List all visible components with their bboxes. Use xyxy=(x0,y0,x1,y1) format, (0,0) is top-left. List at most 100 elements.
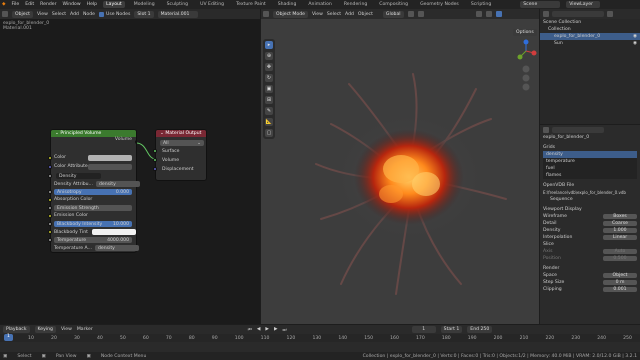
properties-type-icon[interactable] xyxy=(543,126,549,133)
vp-menu-select[interactable]: Select xyxy=(327,12,341,17)
grid-fuel[interactable]: fuel xyxy=(543,165,637,172)
timeline[interactable]: Playback Keying View Marker ⏮ ◀ ▶ ▶ ⏭ 1 … xyxy=(0,325,640,352)
panel-openvdb[interactable]: OpenVDB File xyxy=(540,182,640,189)
vp-menu-object[interactable]: Object xyxy=(358,12,373,17)
anisotropy-slider[interactable]: Anisotropy 0.000 xyxy=(54,189,132,195)
outliner-collection[interactable]: Collection xyxy=(540,26,640,33)
tab-sculpting[interactable]: Sculpting xyxy=(164,1,191,8)
outliner[interactable]: Scene Collection Collection explo_for_bl… xyxy=(540,9,640,124)
absorption-socket[interactable] xyxy=(48,198,52,202)
panel-viewport-display[interactable]: Viewport Display xyxy=(540,206,640,213)
snap-icon[interactable] xyxy=(407,11,414,17)
density-prop-field[interactable]: 1.000 xyxy=(603,228,637,233)
color-attr-socket[interactable] xyxy=(48,165,52,169)
tab-rendering[interactable]: Rendering xyxy=(341,1,370,8)
displacement-input-socket[interactable] xyxy=(153,167,157,171)
tab-compositing[interactable]: Compositing xyxy=(376,1,411,8)
material-output-node[interactable]: ⌄ Material Output All ⌄ Surface Volume Di… xyxy=(155,129,207,181)
menu-file[interactable]: File xyxy=(12,2,20,7)
grid-flames[interactable]: flames xyxy=(543,172,637,179)
volume-input-socket[interactable] xyxy=(153,158,157,162)
space-select[interactable]: Object xyxy=(603,273,637,278)
measure-icon[interactable]: 📐 xyxy=(265,118,273,126)
blackbody-intensity-slider[interactable]: Blackbody Intensity 10.000 xyxy=(54,221,132,227)
grid-temperature[interactable]: temperature xyxy=(543,158,637,165)
properties-editor[interactable]: explo_for_blender_0 Grids density temper… xyxy=(540,125,640,324)
color-input-socket[interactable] xyxy=(48,156,52,160)
proportional-edit-icon[interactable] xyxy=(417,11,424,17)
timeline-ruler[interactable]: 0102030405060708090100110120130140150160… xyxy=(0,334,640,342)
keying-menu[interactable]: Keying xyxy=(34,326,56,333)
vp-menu-view[interactable]: View xyxy=(312,12,323,17)
jump-start-icon[interactable]: ⏮ xyxy=(248,327,252,333)
annotate-icon[interactable]: ✎ xyxy=(265,107,273,115)
explosion-volume-render[interactable] xyxy=(301,69,511,299)
menu-render[interactable]: Render xyxy=(40,2,56,7)
volume-output-socket[interactable] xyxy=(135,140,136,144)
panel-render[interactable]: Render xyxy=(540,265,640,272)
tab-uv-editing[interactable]: UV Editing xyxy=(197,1,227,8)
surface-input-socket[interactable] xyxy=(153,149,157,153)
cursor-icon[interactable]: ⊕ xyxy=(265,52,273,60)
tab-texture-paint[interactable]: Texture Paint xyxy=(233,1,269,8)
anisotropy-socket[interactable] xyxy=(48,190,52,194)
tab-layout[interactable]: Layout xyxy=(103,1,125,8)
playback-menu[interactable]: Playback xyxy=(3,326,30,333)
output-collapse-icon[interactable]: ⌄ xyxy=(160,131,164,136)
blender-logo-icon[interactable]: ◆ xyxy=(2,2,6,7)
panel-slice[interactable]: Slice xyxy=(540,241,640,248)
node-header[interactable]: ⌄ Principled Volume xyxy=(51,130,136,137)
navigation-gizmo[interactable] xyxy=(514,39,538,95)
transform-icon[interactable]: ⊞ xyxy=(265,96,273,104)
sequence-checkbox[interactable]: Sequence xyxy=(540,196,640,203)
position-field[interactable]: 0.500 xyxy=(603,256,637,261)
tab-scripting[interactable]: Scripting xyxy=(468,1,494,8)
density-attribute-field[interactable]: density xyxy=(95,181,140,187)
vdb-path-field[interactable]: E:\freelance\vdb\explo_for_blender_0.vdb xyxy=(540,189,640,196)
outliner-explo-object[interactable]: explo_for_blender_0 ◉ xyxy=(540,33,640,40)
outliner-type-icon[interactable] xyxy=(543,11,549,17)
current-frame-field[interactable]: 1 xyxy=(411,326,436,333)
temperature-socket[interactable] xyxy=(48,238,52,242)
visibility-eye-icon[interactable]: ◉ xyxy=(633,34,637,39)
select-box-icon[interactable]: ▸ xyxy=(265,41,273,49)
menu-window[interactable]: Window xyxy=(63,2,81,7)
shading-solid-icon[interactable] xyxy=(485,11,492,17)
emission-strength-socket[interactable] xyxy=(48,206,52,210)
3d-viewport[interactable]: Object Mode View Select Add Object Globa… xyxy=(261,9,539,324)
view-layer-selector[interactable]: ViewLayer xyxy=(566,1,601,8)
shading-rendered-icon[interactable] xyxy=(495,11,502,17)
detail-select[interactable]: Coarse xyxy=(603,221,637,226)
tab-geometry-nodes[interactable]: Geometry Nodes xyxy=(417,1,462,8)
blackbody-tint-socket[interactable] xyxy=(48,230,52,234)
tab-shading[interactable]: Shading xyxy=(275,1,300,8)
color-field[interactable] xyxy=(88,155,132,161)
tab-animation[interactable]: Animation xyxy=(305,1,334,8)
move-icon[interactable]: ✥ xyxy=(265,63,273,71)
outliner-sun[interactable]: Sun ◉ xyxy=(540,40,640,47)
end-frame-field[interactable]: End 250 xyxy=(467,326,493,333)
color-attribute-field[interactable] xyxy=(88,164,132,170)
emission-strength-field[interactable]: Emission Strength xyxy=(54,205,132,211)
play-icon[interactable]: ▶ xyxy=(265,327,269,332)
vp-menu-add[interactable]: Add xyxy=(345,12,354,17)
prev-key-icon[interactable]: ◀ xyxy=(257,327,261,332)
wireframe-select[interactable]: Boxes xyxy=(603,214,637,219)
transform-orientation[interactable]: Global xyxy=(382,10,404,18)
temperature-field[interactable]: Temperature 4000.000 xyxy=(54,237,132,243)
axis-select[interactable]: Auto xyxy=(603,249,637,254)
interpolation-select[interactable]: Linear xyxy=(603,235,637,240)
outliner-scene-collection[interactable]: Scene Collection xyxy=(540,19,640,26)
add-cube-icon[interactable]: ▢ xyxy=(265,129,273,137)
playhead[interactable]: 1 xyxy=(4,334,13,341)
blackbody-intensity-socket[interactable] xyxy=(48,222,52,226)
clipping-field[interactable]: 0.001 xyxy=(603,287,637,292)
scale-icon[interactable]: ▣ xyxy=(265,85,273,93)
scene-selector[interactable]: Scene xyxy=(520,1,561,8)
overlay-icon[interactable] xyxy=(475,11,482,17)
output-node-header[interactable]: ⌄ Material Output xyxy=(156,130,206,137)
menu-help[interactable]: Help xyxy=(87,2,97,7)
rotate-icon[interactable]: ↻ xyxy=(265,74,273,82)
grid-density[interactable]: density xyxy=(543,151,637,158)
timeline-view-menu[interactable]: View xyxy=(61,327,72,332)
